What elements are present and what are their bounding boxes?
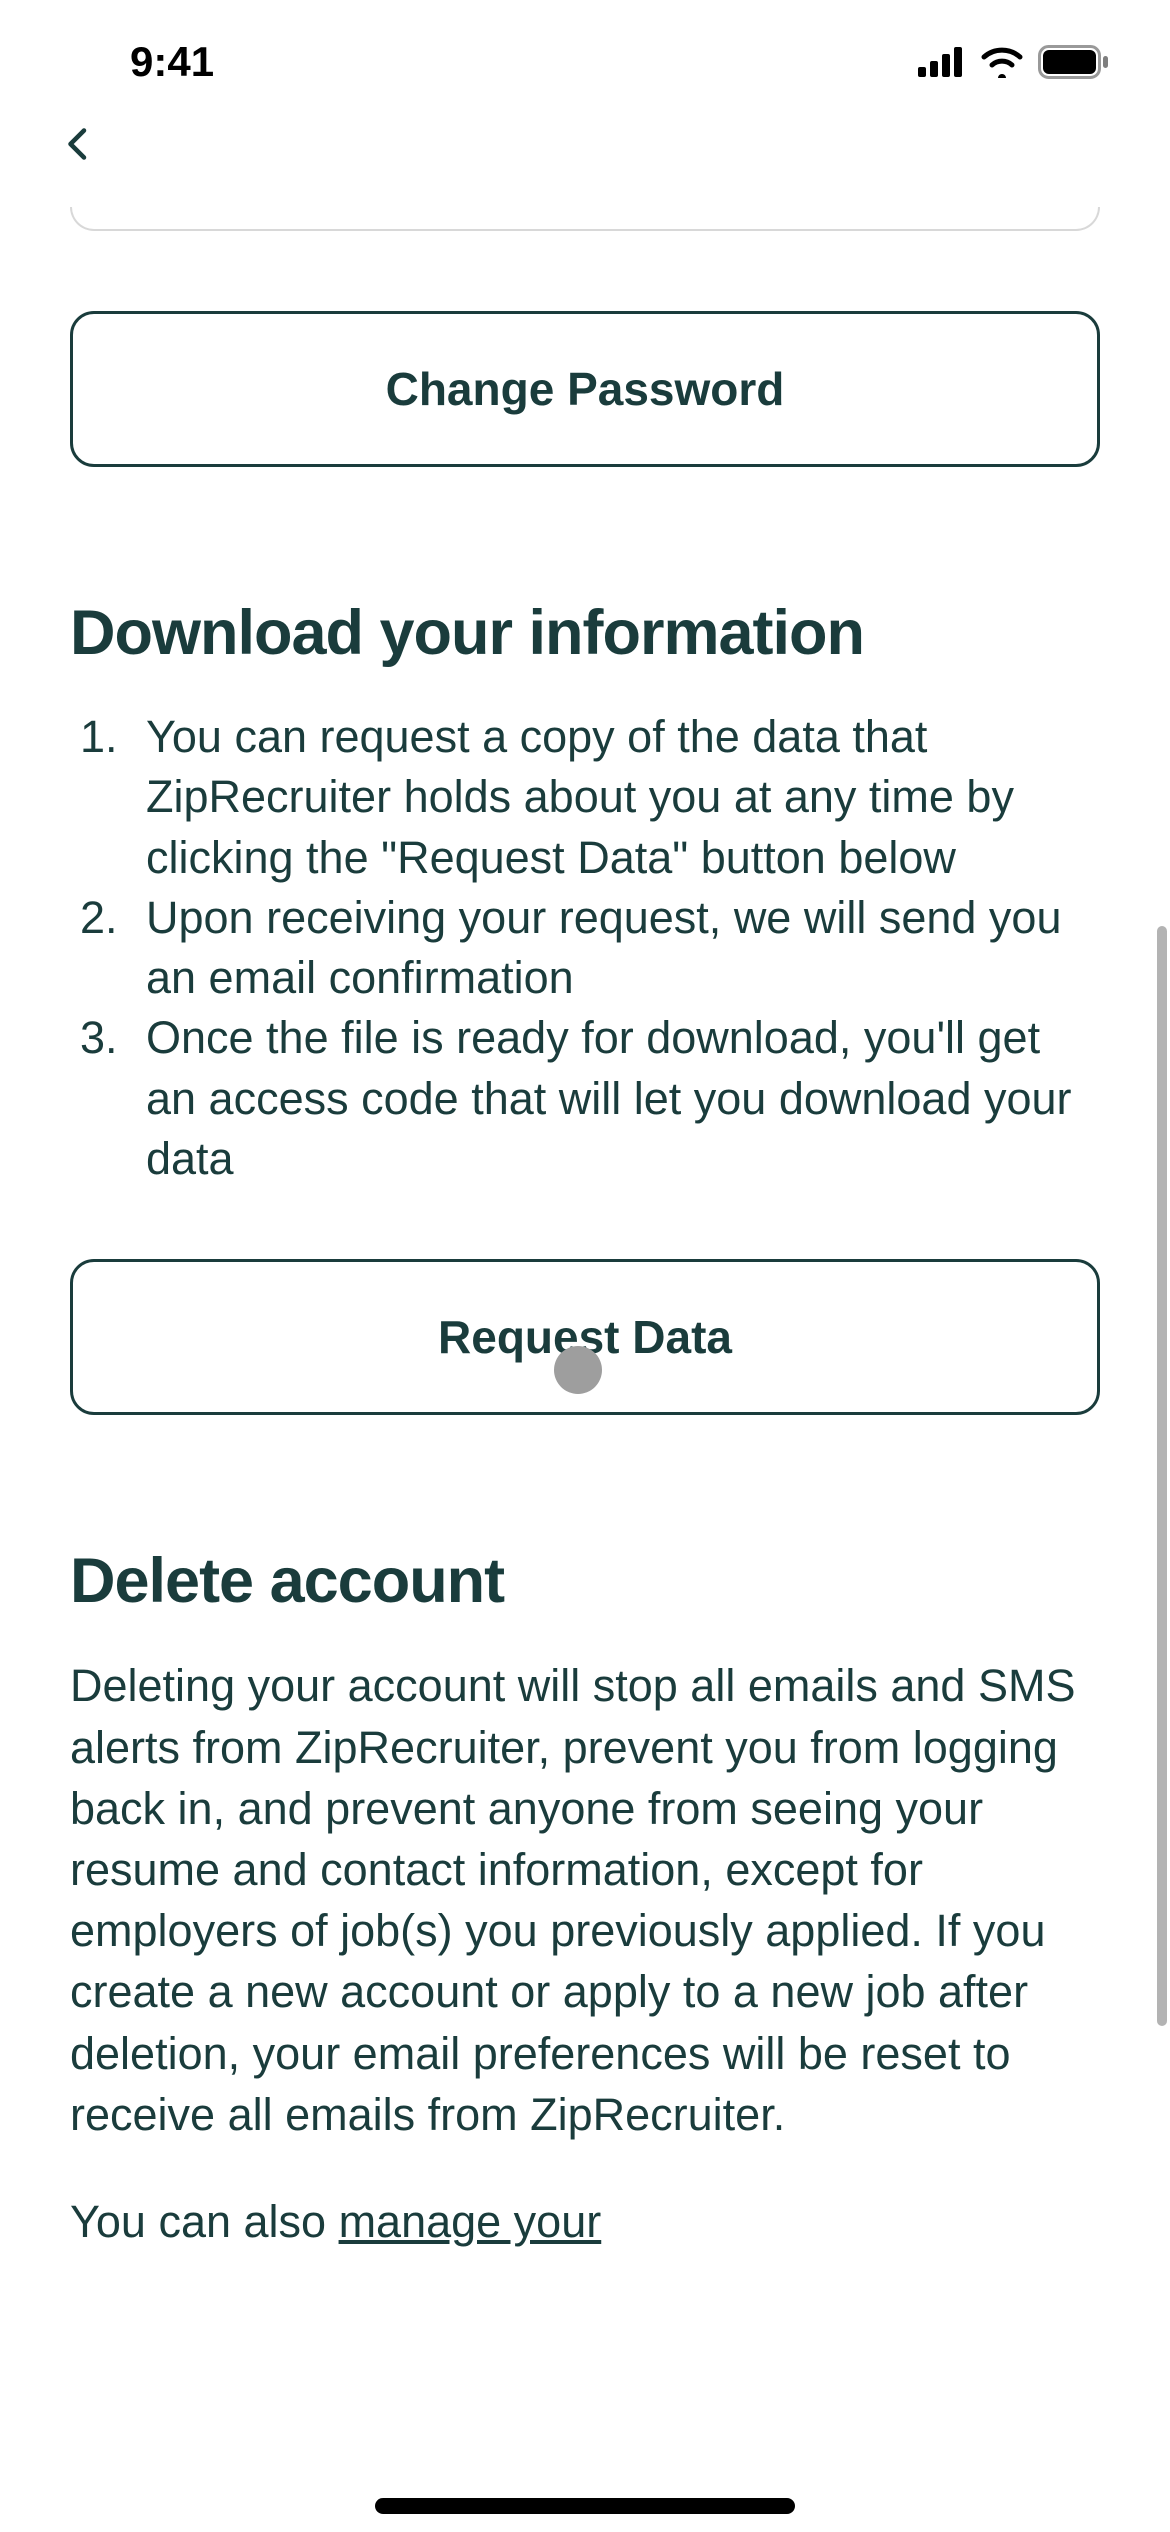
nav-bar xyxy=(0,120,1170,207)
change-password-button[interactable]: Change Password xyxy=(70,311,1100,467)
battery-icon xyxy=(1038,45,1110,79)
download-instructions-list: You can request a copy of the data that … xyxy=(70,707,1100,1189)
list-item: Upon receiving your request, we will sen… xyxy=(130,888,1100,1009)
wifi-icon xyxy=(980,46,1024,78)
delete-link-paragraph: You can also manage your xyxy=(70,2191,1100,2252)
home-indicator[interactable] xyxy=(375,2498,795,2514)
link-prefix-text: You can also xyxy=(70,2196,339,2247)
download-section-title: Download your information xyxy=(70,597,1100,669)
status-bar: 9:41 xyxy=(0,0,1170,120)
cursor-indicator xyxy=(554,1346,602,1394)
list-item: Once the file is ready for download, you… xyxy=(130,1008,1100,1189)
back-icon[interactable] xyxy=(60,126,96,162)
content-area: Change Password Download your informatio… xyxy=(0,207,1170,2252)
delete-section-title: Delete account xyxy=(70,1545,1100,1617)
list-item: You can request a copy of the data that … xyxy=(130,707,1100,888)
status-icons xyxy=(918,45,1110,79)
previous-card-bottom xyxy=(70,207,1100,231)
status-time: 9:41 xyxy=(130,38,214,86)
scroll-indicator[interactable] xyxy=(1157,926,1167,2026)
delete-description: Deleting your account will stop all emai… xyxy=(70,1655,1100,2145)
cellular-signal-icon xyxy=(918,47,966,77)
manage-link[interactable]: manage your xyxy=(339,2196,602,2247)
